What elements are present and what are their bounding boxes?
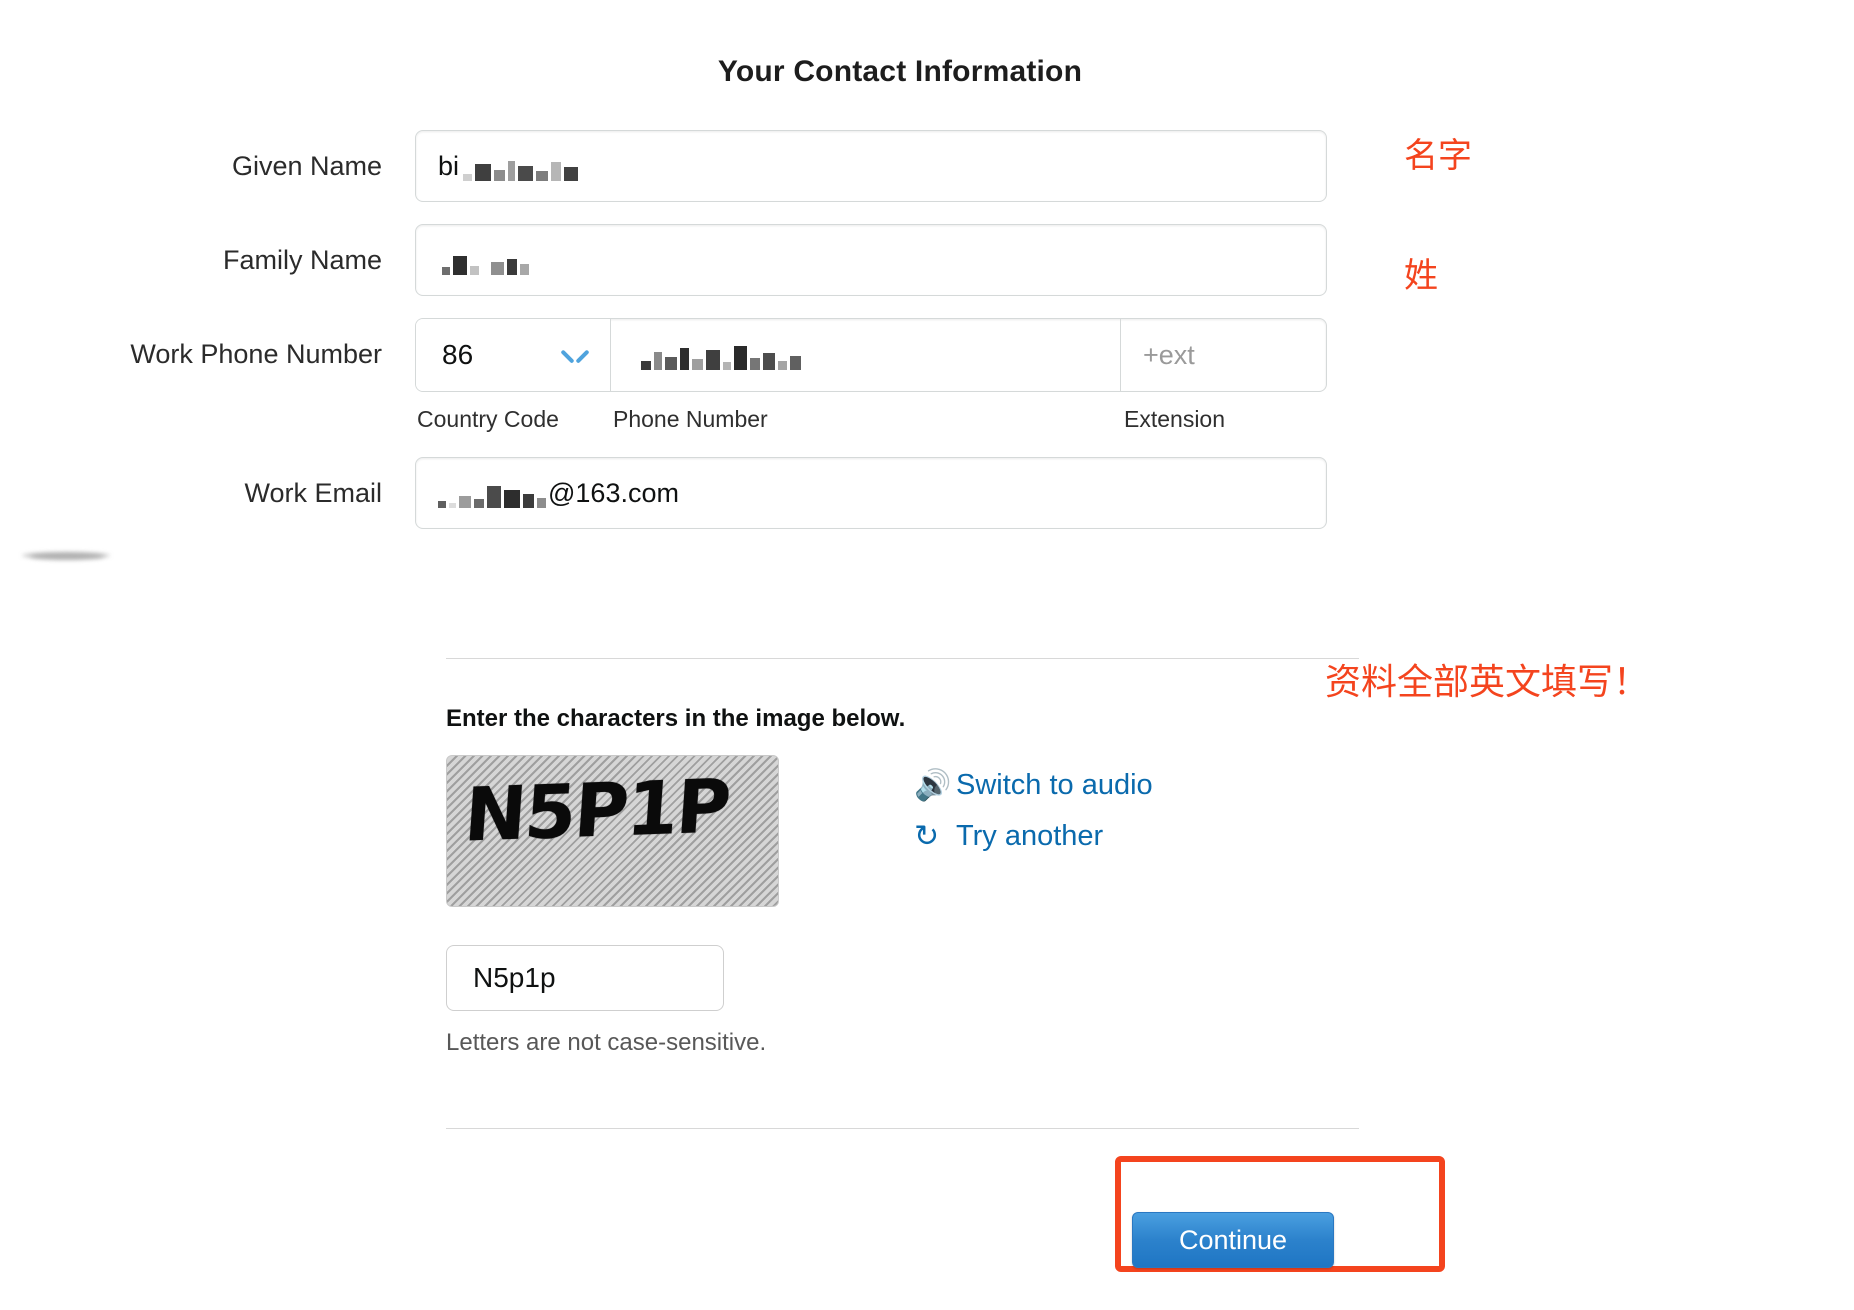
given-name-redaction [22, 151, 579, 559]
switch-to-audio-label: Switch to audio [956, 769, 1153, 801]
captcha-body: N5P1P 🔊 Switch to audio ↻ Try another [446, 755, 1366, 907]
divider-top [446, 658, 1359, 659]
phone-input-group: 86 +ext [415, 318, 1327, 392]
work-phone-field-col: 86 +ext Country Code Phone Number Extens… [415, 318, 1327, 433]
captcha-section: Enter the characters in the image below.… [446, 705, 1366, 1057]
annotation-given-name-cn: 名字 [1404, 136, 1472, 176]
phone-number-sublabel: Phone Number [613, 406, 768, 432]
try-another-link[interactable]: ↻ Try another [914, 820, 1153, 853]
form-row-work-phone: Work Phone Number 86 +ext Country Code P… [0, 318, 1360, 433]
family-name-field-col [415, 224, 1327, 296]
country-code-select[interactable]: 86 [416, 319, 611, 391]
form-row-given-name: Given Name bi [0, 130, 1360, 559]
speaker-icon: 🔊 [914, 768, 952, 802]
extension-input[interactable]: +ext [1121, 319, 1326, 391]
contact-form: Given Name bi Family Name Work Phone Num… [0, 130, 1360, 560]
refresh-icon: ↻ [914, 819, 940, 853]
try-another-label: Try another [956, 820, 1104, 852]
annotation-english-only-cn: 资料全部英文填写！ [1325, 662, 1650, 703]
form-row-family-name: Family Name [0, 224, 1360, 296]
work-email-field-col: @163.com [30, 457, 1327, 560]
work-email-label: Work Email [244, 478, 382, 508]
work-email-input[interactable]: @163.com [30, 457, 1327, 560]
extension-sublabel: Extension [1124, 406, 1226, 432]
captcha-prompt: Enter the characters in the image below. [446, 705, 906, 732]
phone-number-input[interactable] [611, 319, 1121, 391]
captcha-links: 🔊 Switch to audio ↻ Try another [914, 755, 1153, 871]
family-name-redaction [442, 245, 529, 275]
given-name-field-col: bi [22, 130, 1327, 559]
given-name-value: bi [438, 150, 460, 181]
chevron-down-icon [562, 347, 588, 363]
work-phone-label: Work Phone Number [130, 339, 382, 369]
family-name-label: Family Name [222, 245, 382, 275]
country-code-sublabel: Country Code [417, 406, 559, 432]
country-code-value: 86 [442, 339, 474, 370]
continue-button[interactable]: Continue [1132, 1212, 1334, 1268]
captcha-input-value: N5p1p [473, 962, 556, 993]
page-title: Your Contact Information [717, 55, 1083, 88]
form-row-work-email: Work Email @163.com [0, 457, 1360, 560]
divider-bottom [446, 1128, 1359, 1129]
captcha-image: N5P1P [446, 755, 779, 907]
phone-sub-labels: Country Code Phone Number Extension [415, 406, 1327, 433]
captcha-case-note: Letters are not case-sensitive. [446, 1029, 767, 1056]
captcha-image-text: N5P1P [461, 763, 732, 859]
given-name-input[interactable]: bi [22, 130, 1327, 559]
switch-to-audio-link[interactable]: 🔊 Switch to audio [914, 769, 1153, 802]
work-email-redaction [30, 478, 546, 560]
work-email-value: @163.com [548, 477, 679, 508]
extension-placeholder: +ext [1143, 339, 1195, 370]
phone-number-redaction [641, 340, 801, 370]
captcha-input[interactable]: N5p1p [446, 945, 724, 1011]
annotation-family-name-cn: 姓 [1404, 256, 1438, 296]
family-name-input[interactable] [415, 224, 1327, 296]
given-name-label: Given Name [231, 151, 382, 181]
